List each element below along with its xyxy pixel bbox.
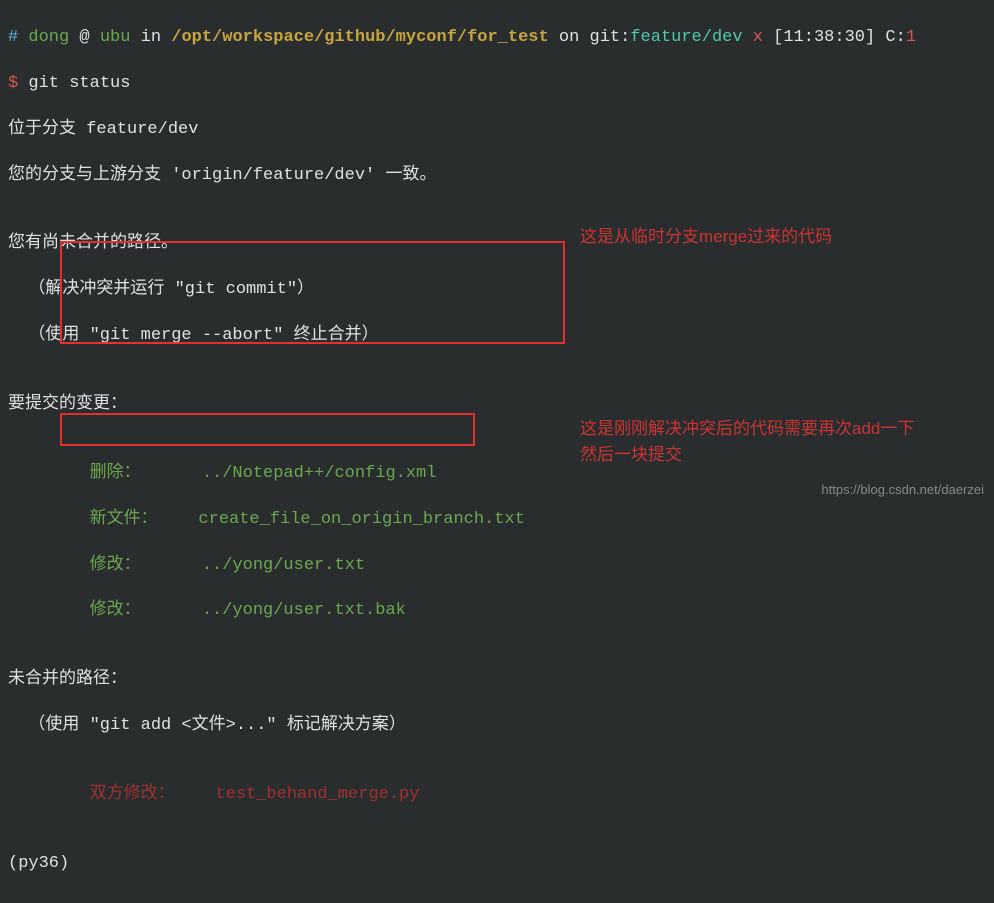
prompt-branch: feature/dev [630,28,742,47]
unmerged-paths-header: 您有尚未合并的路径。 [8,233,986,256]
prompt-hash: # [8,28,18,47]
prompt-x: x [753,28,763,47]
upstream-prefix: 您的分支与上游分支 ' [8,166,181,185]
prompt-c-num: 1 [906,28,916,47]
watermark-url: https://blog.csdn.net/daerzei [821,481,984,499]
change-modified-2: 修改： ../yong/user.txt.bak [8,600,986,623]
annotation-conflict-code: 这是刚刚解决冲突后的代码需要再次add一下然后一块提交 [580,416,914,467]
prompt-on: on [559,28,579,47]
hint-abort: （使用 "git merge --abort" 终止合并） [8,325,986,348]
prompt-time: [11:38:30] [773,28,875,47]
prompt-dollar: $ [8,74,18,93]
command-text: git status [28,74,130,93]
prompt-user: dong [28,28,69,47]
upstream-name: origin/feature/dev [181,166,365,185]
prompt-line-1: # dong @ ubu in /opt/workspace/github/my… [8,27,986,50]
virtualenv-label: (py36) [8,853,986,876]
hint-commit: （解决冲突并运行 "git commit"） [8,279,986,302]
prompt-path: /opt/workspace/github/myconf/for_test [171,28,548,47]
status-upstream: 您的分支与上游分支 'origin/feature/dev' 一致。 [8,165,986,188]
prompt-at: @ [79,28,89,47]
prompt-in: in [141,28,161,47]
prompt-c-label: C: [885,28,905,47]
unmerged-header: 未合并的路径： [8,669,986,692]
hint-add: （使用 "git add <文件>..." 标记解决方案） [8,715,986,738]
change-newfile: 新文件： create_file_on_origin_branch.txt [8,509,986,532]
prompt-git-label: git: [590,28,631,47]
unmerged-both-modified: 双方修改： test_behand_merge.py [8,784,986,807]
prompt-host: ubu [100,28,131,47]
annotation-merge-code: 这是从临时分支merge过来的代码 [580,224,832,250]
changes-header: 要提交的变更： [8,394,986,417]
change-modified-1: 修改： ../yong/user.txt [8,555,986,578]
status-branch: 位于分支 feature/dev [8,119,986,142]
prompt-line-2[interactable]: $ git status [8,73,986,96]
upstream-suffix: ' 一致。 [365,166,436,185]
